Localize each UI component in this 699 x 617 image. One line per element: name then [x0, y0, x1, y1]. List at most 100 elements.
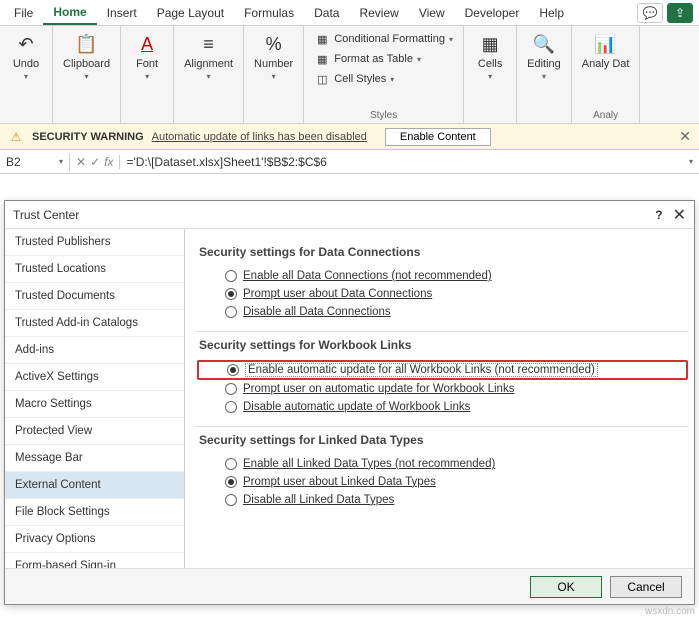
- ribbon-group-editing: 🔍 Editing ▾: [517, 26, 572, 123]
- analyze-data-button[interactable]: 📊 Analy Dat: [578, 30, 634, 72]
- chevron-down-icon: ▾: [488, 72, 492, 81]
- security-warning-bar: ⚠ SECURITY WARNING Automatic update of l…: [0, 124, 699, 150]
- ribbon-group-font: A Font ▾: [121, 26, 174, 123]
- nav-file-block-settings[interactable]: File Block Settings: [5, 499, 184, 526]
- number-button[interactable]: % Number ▾: [250, 30, 297, 83]
- nav-trusted-locations[interactable]: Trusted Locations: [5, 256, 184, 283]
- cancel-icon[interactable]: ✕: [76, 155, 86, 169]
- menu-insert[interactable]: Insert: [97, 2, 147, 24]
- menu-view[interactable]: View: [409, 2, 455, 24]
- chevron-down-icon: ▾: [145, 72, 149, 81]
- nav-macro-settings[interactable]: Macro Settings: [5, 391, 184, 418]
- cancel-button[interactable]: Cancel: [610, 576, 682, 598]
- radio-icon: [225, 494, 237, 506]
- nav-form-based-signin[interactable]: Form-based Sign-in: [5, 553, 184, 568]
- cells-button[interactable]: ▦ Cells ▾: [470, 30, 510, 83]
- ribbon: ↶ Undo ▾ 📋 Clipboard ▾ A Font ▾: [0, 26, 699, 124]
- chevron-down-icon: ▾: [542, 72, 546, 81]
- alignment-button[interactable]: ≡ Alignment ▾: [180, 30, 237, 83]
- close-warning-button[interactable]: ✕: [679, 128, 691, 145]
- ribbon-group-undo: ↶ Undo ▾: [0, 26, 53, 123]
- radio-icon: [225, 306, 237, 318]
- conditional-formatting-button[interactable]: ▦ Conditional Formatting ▾: [312, 30, 455, 48]
- chevron-down-icon: ▾: [272, 72, 276, 81]
- undo-button[interactable]: ↶ Undo ▾: [6, 30, 46, 83]
- expand-formula-icon[interactable]: ▾: [683, 157, 699, 166]
- nav-trusted-documents[interactable]: Trusted Documents: [5, 283, 184, 310]
- dialog-body: Trusted Publishers Trusted Locations Tru…: [5, 229, 694, 568]
- ribbon-group-alignment: ≡ Alignment ▾: [174, 26, 244, 123]
- table-icon: ▦: [314, 51, 330, 67]
- radio-enable-all-data-connections[interactable]: Enable all Data Connections (not recomme…: [195, 267, 694, 285]
- clipboard-button[interactable]: 📋 Clipboard ▾: [59, 30, 114, 83]
- enable-content-button[interactable]: Enable Content: [385, 128, 491, 146]
- chevron-down-icon: ▾: [24, 72, 28, 81]
- radio-icon: [225, 458, 237, 470]
- radio-enable-linked-data-types[interactable]: Enable all Linked Data Types (not recomm…: [195, 455, 694, 473]
- alignment-icon: ≡: [197, 32, 221, 56]
- comments-button[interactable]: 💬: [637, 3, 663, 23]
- fx-icon[interactable]: fx: [104, 155, 113, 169]
- dialog-title: Trust Center: [13, 208, 79, 222]
- menu-help[interactable]: Help: [529, 2, 574, 24]
- share-icon: ⇪: [675, 6, 685, 20]
- section-data-connections: Security settings for Data Connections: [199, 245, 694, 259]
- formula-input[interactable]: ='D:\[Dataset.xlsx]Sheet1'!$B$2:$C$6: [120, 153, 683, 171]
- cells-icon: ▦: [478, 32, 502, 56]
- radio-disable-workbook-links[interactable]: Disable automatic update of Workbook Lin…: [195, 398, 694, 416]
- menu-data[interactable]: Data: [304, 2, 349, 24]
- editing-icon: 🔍: [532, 32, 556, 56]
- chart-icon: 📊: [594, 32, 618, 56]
- radio-disable-data-connections[interactable]: Disable all Data Connections: [195, 303, 694, 321]
- menu-page-layout[interactable]: Page Layout: [147, 2, 234, 24]
- section-workbook-links: Security settings for Workbook Links: [199, 338, 694, 352]
- nav-add-ins[interactable]: Add-ins: [5, 337, 184, 364]
- name-box[interactable]: B2 ▾: [0, 153, 70, 171]
- nav-trusted-publishers[interactable]: Trusted Publishers: [5, 229, 184, 256]
- ribbon-group-number: % Number ▾: [244, 26, 304, 123]
- radio-prompt-linked-data-types[interactable]: Prompt user about Linked Data Types: [195, 473, 694, 491]
- radio-prompt-workbook-links[interactable]: Prompt user on automatic update for Work…: [195, 380, 694, 398]
- radio-icon: [225, 288, 237, 300]
- radio-icon: [225, 401, 237, 413]
- menu-developer[interactable]: Developer: [455, 2, 530, 24]
- nav-activex-settings[interactable]: ActiveX Settings: [5, 364, 184, 391]
- radio-prompt-data-connections[interactable]: Prompt user about Data Connections: [195, 285, 694, 303]
- chevron-down-icon: ▾: [449, 35, 453, 44]
- chevron-down-icon: ▾: [390, 75, 394, 84]
- format-as-table-button[interactable]: ▦ Format as Table ▾: [312, 50, 455, 68]
- nav-pane[interactable]: Trusted Publishers Trusted Locations Tru…: [5, 229, 185, 568]
- nav-external-content[interactable]: External Content: [5, 472, 184, 499]
- menu-home[interactable]: Home: [43, 1, 96, 25]
- comment-icon: 💬: [643, 6, 658, 20]
- font-button[interactable]: A Font ▾: [127, 30, 167, 83]
- dialog-titlebar: Trust Center ? ✕: [5, 201, 694, 229]
- cell-styles-icon: ◫: [314, 71, 330, 87]
- nav-privacy-options[interactable]: Privacy Options: [5, 526, 184, 553]
- trust-center-dialog: Trust Center ? ✕ Trusted Publishers Trus…: [4, 200, 695, 605]
- ribbon-group-styles: ▦ Conditional Formatting ▾ ▦ Format as T…: [304, 26, 464, 123]
- menubar: File Home Insert Page Layout Formulas Da…: [0, 0, 699, 26]
- radio-enable-workbook-links[interactable]: Enable automatic update for all Workbook…: [197, 360, 688, 380]
- shield-icon: ⚠: [8, 129, 24, 145]
- menu-formulas[interactable]: Formulas: [234, 2, 304, 24]
- security-warning-message[interactable]: Automatic update of links has been disab…: [152, 131, 367, 143]
- nav-trusted-addin-catalogs[interactable]: Trusted Add-in Catalogs: [5, 310, 184, 337]
- menu-file[interactable]: File: [4, 2, 43, 24]
- radio-icon: [225, 383, 237, 395]
- ok-button[interactable]: OK: [530, 576, 602, 598]
- cell-styles-button[interactable]: ◫ Cell Styles ▾: [312, 70, 455, 88]
- menu-review[interactable]: Review: [349, 2, 408, 24]
- content-pane[interactable]: Security settings for Data Connections E…: [185, 229, 694, 568]
- undo-icon: ↶: [14, 32, 38, 56]
- radio-icon: [227, 364, 239, 376]
- close-button[interactable]: ✕: [673, 205, 686, 225]
- radio-disable-linked-data-types[interactable]: Disable all Linked Data Types: [195, 491, 694, 509]
- share-button[interactable]: ⇪: [667, 3, 693, 23]
- nav-protected-view[interactable]: Protected View: [5, 418, 184, 445]
- nav-message-bar[interactable]: Message Bar: [5, 445, 184, 472]
- editing-button[interactable]: 🔍 Editing ▾: [523, 30, 565, 83]
- enter-icon[interactable]: ✓: [90, 155, 100, 169]
- ribbon-group-analyze: 📊 Analy Dat Analy: [572, 26, 641, 123]
- help-button[interactable]: ?: [655, 208, 662, 222]
